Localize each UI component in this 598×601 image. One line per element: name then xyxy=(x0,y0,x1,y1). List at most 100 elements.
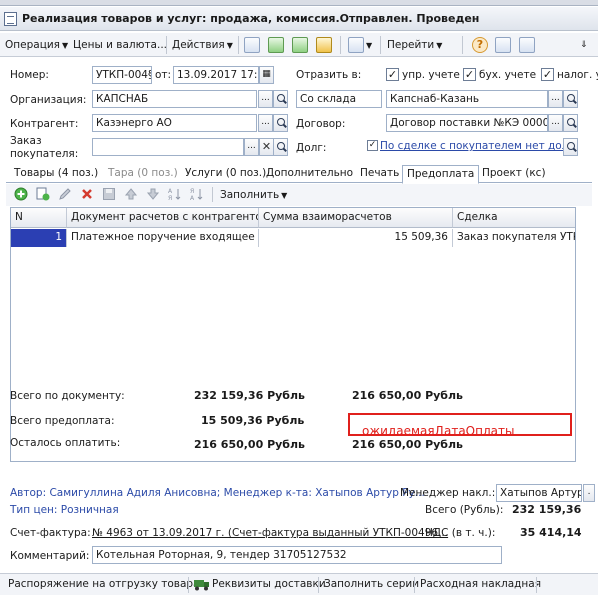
actions-menu[interactable]: Действия ▼ xyxy=(172,37,233,53)
warehouse-select-button[interactable]: ... xyxy=(548,90,563,108)
number-field[interactable]: УТКП-004§ xyxy=(92,66,152,84)
toolbar-more-icon[interactable]: ⇓ xyxy=(580,37,588,53)
debt-link[interactable]: По сделке с покупателем нет дол... xyxy=(378,138,564,156)
checkbox-mgmt[interactable]: ✓ xyxy=(386,68,399,81)
table-cell-document[interactable]: Платежное поручение входящее ... xyxy=(67,229,259,247)
total-doc-value-2: 216 650,00 Рубль xyxy=(352,389,463,402)
sort-desc-icon[interactable]: ЯА xyxy=(190,187,204,201)
organization-select-button[interactable]: ... xyxy=(258,90,273,108)
vat-label: НДС (в т. ч.): xyxy=(425,527,496,539)
table-cell-n[interactable]: 1 xyxy=(11,229,67,247)
column-header-n[interactable]: N xyxy=(11,208,67,228)
search-icon[interactable] xyxy=(273,90,288,108)
document-icon xyxy=(4,12,17,26)
warehouse-field[interactable]: Капснаб-Казань xyxy=(386,90,548,108)
table-cell-sum[interactable]: 15 509,36 xyxy=(259,229,453,247)
tab-goods[interactable]: Товары (4 поз.) xyxy=(10,165,102,183)
toolbar-separator xyxy=(380,36,381,54)
top-strip xyxy=(0,0,598,6)
organization-field[interactable]: КАПСНАБ xyxy=(92,90,257,108)
manager-select-button[interactable]: . xyxy=(583,484,595,502)
checkbox-accounting[interactable]: ✓ xyxy=(463,68,476,81)
settings-list-icon[interactable] xyxy=(519,37,535,53)
structure-icon[interactable] xyxy=(495,37,511,53)
from-label: от: xyxy=(155,69,172,81)
move-up-icon[interactable] xyxy=(124,187,138,201)
search-icon[interactable] xyxy=(273,114,288,132)
contract-label: Договор: xyxy=(296,118,346,130)
search-icon[interactable] xyxy=(563,114,578,132)
checkbox-tax[interactable]: ✓ xyxy=(541,68,554,81)
contract-field[interactable]: Договор поставки №КЭ 000050 xyxy=(386,114,548,132)
manager-field[interactable]: Хатыпов Артур Р xyxy=(496,484,582,502)
price-type-link[interactable]: Тип цен: Розничная xyxy=(10,504,119,516)
invoice-link[interactable]: № 4963 от 13.09.2017 г. (Счет-фактура вы… xyxy=(92,527,448,539)
prices-button[interactable]: Цены и валюта... xyxy=(73,37,167,53)
goto-menu[interactable]: Перейти ▼ xyxy=(387,37,442,53)
search-icon[interactable] xyxy=(273,138,288,156)
delivery-details-button[interactable]: Реквизиты доставки xyxy=(212,578,326,590)
toolbar: Операция ▼ Цены и валюта... Действия ▼ ▼ П… xyxy=(0,33,598,57)
move-down-icon[interactable] xyxy=(146,187,160,201)
order-shipment-button[interactable]: Распоряжение на отгрузку товара xyxy=(8,578,200,590)
search-icon[interactable] xyxy=(563,138,578,156)
operation-menu[interactable]: Операция ▼ xyxy=(5,37,68,53)
column-header-deal[interactable]: Сделка xyxy=(453,208,575,228)
sort-asc-icon[interactable]: АЯ xyxy=(168,187,182,201)
search-icon[interactable] xyxy=(563,90,578,108)
toolbar-separator xyxy=(166,36,167,54)
invoice-button[interactable]: Расходная накладная xyxy=(420,578,541,590)
tab-additional[interactable]: Дополнительно xyxy=(262,165,357,183)
counterparty-field[interactable]: Казэнерго АО xyxy=(92,114,257,132)
tab-strip: Товары (4 поз.) Тара (0 поз.) Услуги (0 … xyxy=(6,165,592,184)
remaining-value: 216 650,00 Рубль xyxy=(194,438,305,451)
tab-prepayment[interactable]: Предоплата xyxy=(402,165,480,184)
write-icon[interactable] xyxy=(244,37,260,53)
window-title: Реализация товаров и услуг: продажа, ком… xyxy=(22,12,480,25)
warehouse-mode-field[interactable]: Со склада xyxy=(296,90,382,108)
chevron-down-icon[interactable]: ▼ xyxy=(366,38,372,54)
total-prepay-value: 15 509,36 Рубль xyxy=(201,414,305,427)
number-label: Номер: xyxy=(10,69,49,81)
add-copy-icon[interactable] xyxy=(292,37,308,53)
add-row-icon[interactable] xyxy=(14,187,28,201)
debt-checkbox[interactable]: ✓ xyxy=(367,140,378,151)
total-sum-value: 232 159,36 xyxy=(512,503,582,516)
invoice-label: Счет-фактура: xyxy=(10,527,91,539)
comment-label: Комментарий: xyxy=(10,550,90,562)
counterparty-select-button[interactable]: ... xyxy=(258,114,273,132)
help-icon[interactable]: ? xyxy=(472,37,488,53)
comment-field[interactable]: Котельная Роторная, 9, тендер 3170512753… xyxy=(92,546,502,564)
checkbox-accounting-label: бух. учете xyxy=(479,69,537,81)
order-select-button[interactable]: ... xyxy=(244,138,259,156)
remaining-label: Осталось оплатить: xyxy=(10,437,121,449)
tab-containers[interactable]: Тара (0 поз.) xyxy=(104,165,182,183)
based-on-icon[interactable] xyxy=(348,37,364,53)
fill-series-button[interactable]: Заполнить серии xyxy=(324,578,419,590)
date-field[interactable]: 13.09.2017 17:28 xyxy=(173,66,259,84)
grid-toolbar-separator xyxy=(212,187,213,202)
tab-print[interactable]: Печать xyxy=(356,165,403,183)
author-link[interactable]: Автор: Самигуллина Адиля Анисовна; Менед… xyxy=(10,487,425,499)
truck-icon xyxy=(194,580,209,591)
bottom-separator xyxy=(414,577,415,593)
table-cell-deal[interactable]: Заказ покупателя УТКП xyxy=(453,229,575,247)
contract-select-button[interactable]: ... xyxy=(548,114,563,132)
refresh-icon[interactable] xyxy=(268,37,284,53)
column-header-document[interactable]: Документ расчетов с контрагентом xyxy=(67,208,259,228)
tab-project[interactable]: Проект (кс) xyxy=(478,165,550,183)
date-picker-button[interactable]: ▦ xyxy=(259,66,274,84)
save-icon[interactable] xyxy=(102,187,116,201)
edit-icon[interactable] xyxy=(58,187,72,201)
copy-row-icon[interactable] xyxy=(36,187,50,201)
order-field[interactable] xyxy=(92,138,244,156)
fill-menu[interactable]: Заполнить ▼ xyxy=(220,187,287,203)
vat-value: 35 414,14 xyxy=(520,526,582,539)
post-icon[interactable] xyxy=(316,37,332,53)
delete-icon[interactable] xyxy=(80,187,94,201)
column-header-sum[interactable]: Сумма взаиморасчетов xyxy=(259,208,453,228)
tab-services[interactable]: Услуги (0 поз.) xyxy=(181,165,270,183)
total-doc-label: Всего по документу: xyxy=(10,390,125,402)
checkbox-mgmt-label: упр. учете xyxy=(402,69,460,81)
close-icon[interactable]: ✕ xyxy=(259,138,274,156)
